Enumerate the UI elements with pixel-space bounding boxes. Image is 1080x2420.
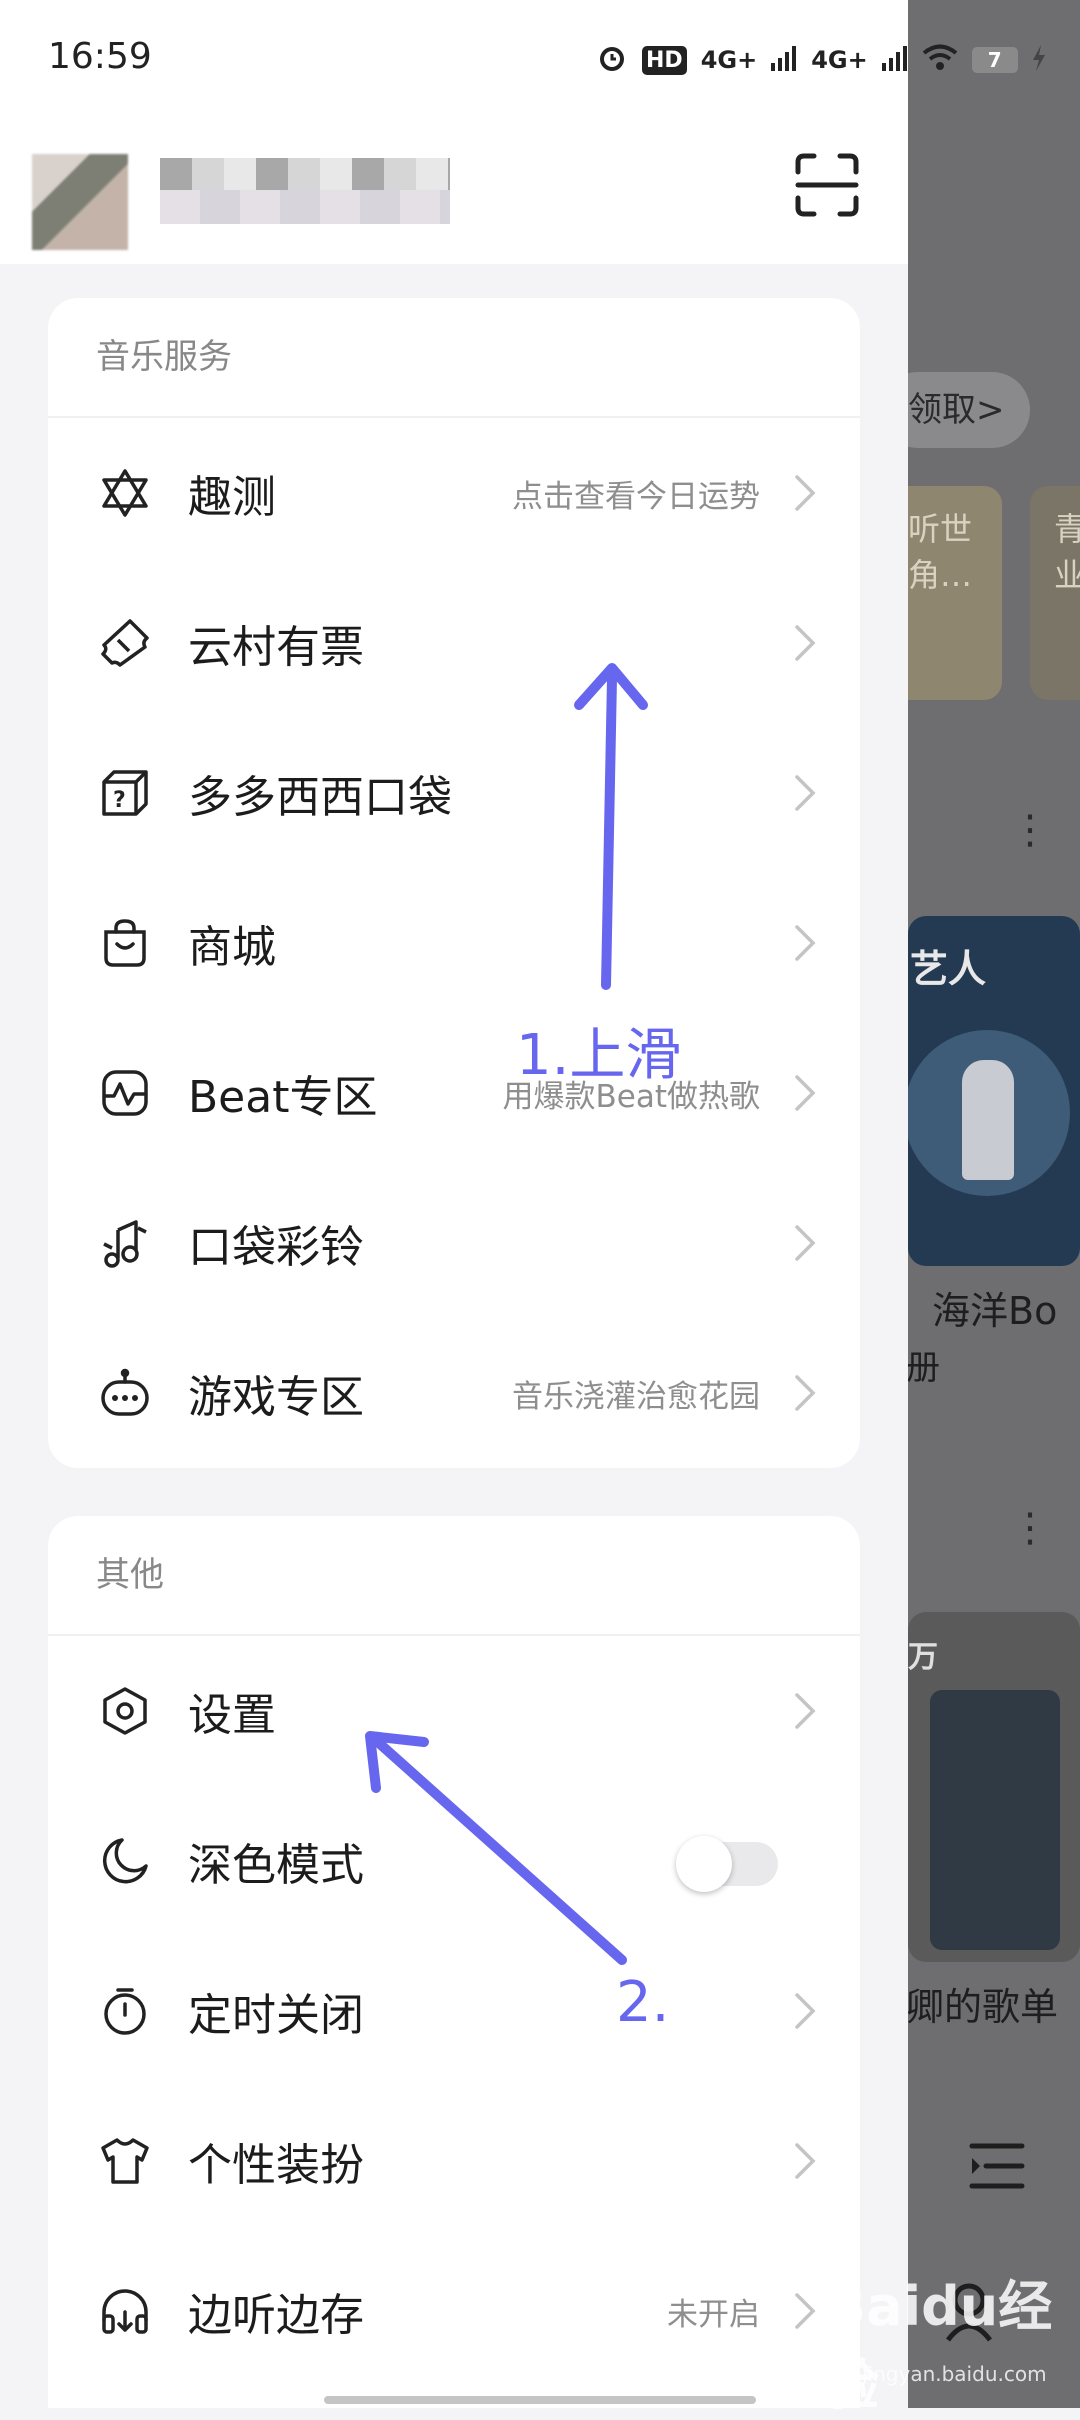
- username-blurred-lower: [160, 190, 450, 224]
- svg-text:?: ?: [113, 788, 126, 813]
- menu-label: 深色模式: [188, 1840, 364, 1891]
- wifi-icon: [922, 44, 958, 76]
- menu-item-yuncun-tickets[interactable]: 云村有票: [48, 568, 860, 718]
- bg-more-icon-1[interactable]: ⋮: [1010, 810, 1050, 850]
- status-bar: 16:59 HD 4G+ 4G+ 7: [0, 0, 1045, 130]
- chevron-right-icon: [794, 2142, 816, 2180]
- bg-playlist-tag: 万: [908, 1640, 938, 1675]
- network-4g-label-2: 4G+: [811, 46, 868, 74]
- baidu-watermark-url: jingyan.baidu.com: [862, 2362, 1047, 2386]
- chevron-right-icon: [794, 1074, 816, 1112]
- signal-icon-1: [771, 45, 797, 75]
- bg-playlist-image: [930, 1690, 1060, 1950]
- annotation-step2: 2.: [616, 1970, 670, 2035]
- section-title-music-services: 音乐服务: [48, 298, 860, 418]
- shopping-bag-icon: [100, 918, 150, 968]
- scan-icon[interactable]: [794, 152, 860, 218]
- menu-label: 云村有票: [188, 622, 364, 673]
- chevron-right-icon: [794, 924, 816, 962]
- avatar[interactable]: [32, 154, 128, 250]
- menu-item-pocket-ringtone[interactable]: 口袋彩铃: [48, 1168, 860, 1318]
- music-note-icon: [100, 1218, 150, 1268]
- bg-artist-tag: 艺人: [910, 947, 987, 991]
- moon-icon: [100, 1836, 150, 1886]
- menu-label: 定时关闭: [188, 1990, 364, 2041]
- chevron-right-icon: [794, 1374, 816, 1412]
- chevron-right-icon: [794, 624, 816, 662]
- beat-wave-icon: [100, 1068, 150, 1118]
- bg-playlist-icon[interactable]: [968, 2140, 1026, 2192]
- bg-more-icon-2[interactable]: ⋮: [1010, 1508, 1050, 1548]
- menu-label: Beat专区: [188, 1072, 378, 1123]
- gamepad-icon: [100, 1368, 150, 1418]
- side-drawer: 16:59 HD 4G+ 4G+ 7 音乐服务 趣测 点击查看今日运势 云村有票…: [0, 0, 1045, 2408]
- alarm-icon: [596, 42, 628, 78]
- annotation-step1: 1.上滑: [516, 1023, 682, 1088]
- headphones-icon: [100, 2286, 150, 2336]
- menu-item-beat-zone[interactable]: Beat专区 用爆款Beat做热歌: [48, 1018, 860, 1168]
- menu-label: 商城: [188, 922, 276, 973]
- menu-item-game-zone[interactable]: 游戏专区 音乐浇灌治愈花园: [48, 1318, 860, 1468]
- dark-mode-toggle[interactable]: [676, 1836, 778, 1892]
- menu-item-settings[interactable]: 设置: [48, 1636, 860, 1786]
- timer-icon: [100, 1986, 150, 2036]
- settings-hexagon-icon: [100, 1686, 150, 1736]
- bg-claim-label: 领取>: [908, 390, 1005, 430]
- mystery-box-icon: ?: [100, 768, 150, 818]
- menu-label: 边听边存: [188, 2290, 364, 2341]
- star-of-david-icon: [100, 468, 150, 518]
- home-indicator[interactable]: [324, 2396, 756, 2404]
- menu-label: 多多西西口袋: [188, 772, 452, 823]
- menu-item-duoduo-pocket[interactable]: ? 多多西西口袋: [48, 718, 860, 868]
- bg-artist-sub: 册: [906, 1348, 940, 1388]
- menu-subtitle: 音乐浇灌治愈花园: [512, 1378, 760, 1415]
- others-card: 其他 设置 深色模式 定时关闭 个性装扮 边听边存 未开启: [48, 1516, 860, 2408]
- menu-label: 个性装扮: [188, 2140, 364, 2191]
- ticket-icon: [100, 618, 150, 668]
- tshirt-icon: [100, 2136, 150, 2186]
- menu-item-personalize[interactable]: 个性装扮: [48, 2086, 860, 2236]
- toggle-knob: [676, 1836, 732, 1892]
- battery-icon: 7: [971, 47, 1018, 73]
- chevron-right-icon: [794, 774, 816, 812]
- chevron-right-icon: [794, 1992, 816, 2030]
- bg-card-2-text: 青 业: [1054, 510, 1080, 594]
- menu-item-quce[interactable]: 趣测 点击查看今日运势: [48, 418, 860, 568]
- section-title-others: 其他: [48, 1516, 860, 1636]
- menu-subtitle: 点击查看今日运势: [512, 478, 760, 515]
- menu-subtitle: 未开启: [667, 2296, 760, 2333]
- bg-artist-name: 海洋Bo: [932, 1289, 1058, 1333]
- chevron-right-icon: [794, 1692, 816, 1730]
- network-4g-label-1: 4G+: [700, 46, 758, 74]
- chevron-right-icon: [794, 1224, 816, 1262]
- bg-artist-figure: [962, 1060, 1014, 1180]
- music-services-card: 音乐服务 趣测 点击查看今日运势 云村有票 ? 多多西西口袋 商城 Beat专区…: [48, 298, 860, 1468]
- baidu-watermark: Baidu经验: [825, 2275, 1053, 2417]
- signal-icon-2: [881, 45, 908, 75]
- bg-card-1-text: 听世 角…: [908, 510, 973, 594]
- status-time: 16:59: [48, 36, 152, 77]
- chevron-right-icon: [794, 2292, 816, 2330]
- chevron-right-icon: [794, 474, 816, 512]
- menu-item-sleep-timer[interactable]: 定时关闭: [48, 1936, 860, 2086]
- charging-icon: [1032, 45, 1046, 75]
- menu-item-mall[interactable]: 商城: [48, 868, 860, 1018]
- menu-label: 口袋彩铃: [188, 1222, 364, 1273]
- menu-item-dark-mode[interactable]: 深色模式: [48, 1786, 860, 1936]
- menu-label: 趣测: [188, 472, 276, 523]
- hd-badge: HD: [642, 45, 687, 75]
- menu-label: 游戏专区: [188, 1372, 364, 1423]
- status-icons: HD 4G+ 4G+ 7: [596, 42, 1046, 78]
- menu-label: 设置: [188, 1690, 276, 1741]
- profile-header[interactable]: [0, 130, 908, 264]
- bg-playlist-name: 卿的歌单: [906, 1985, 1059, 2029]
- menu-item-listen-and-save[interactable]: 边听边存 未开启: [48, 2236, 860, 2386]
